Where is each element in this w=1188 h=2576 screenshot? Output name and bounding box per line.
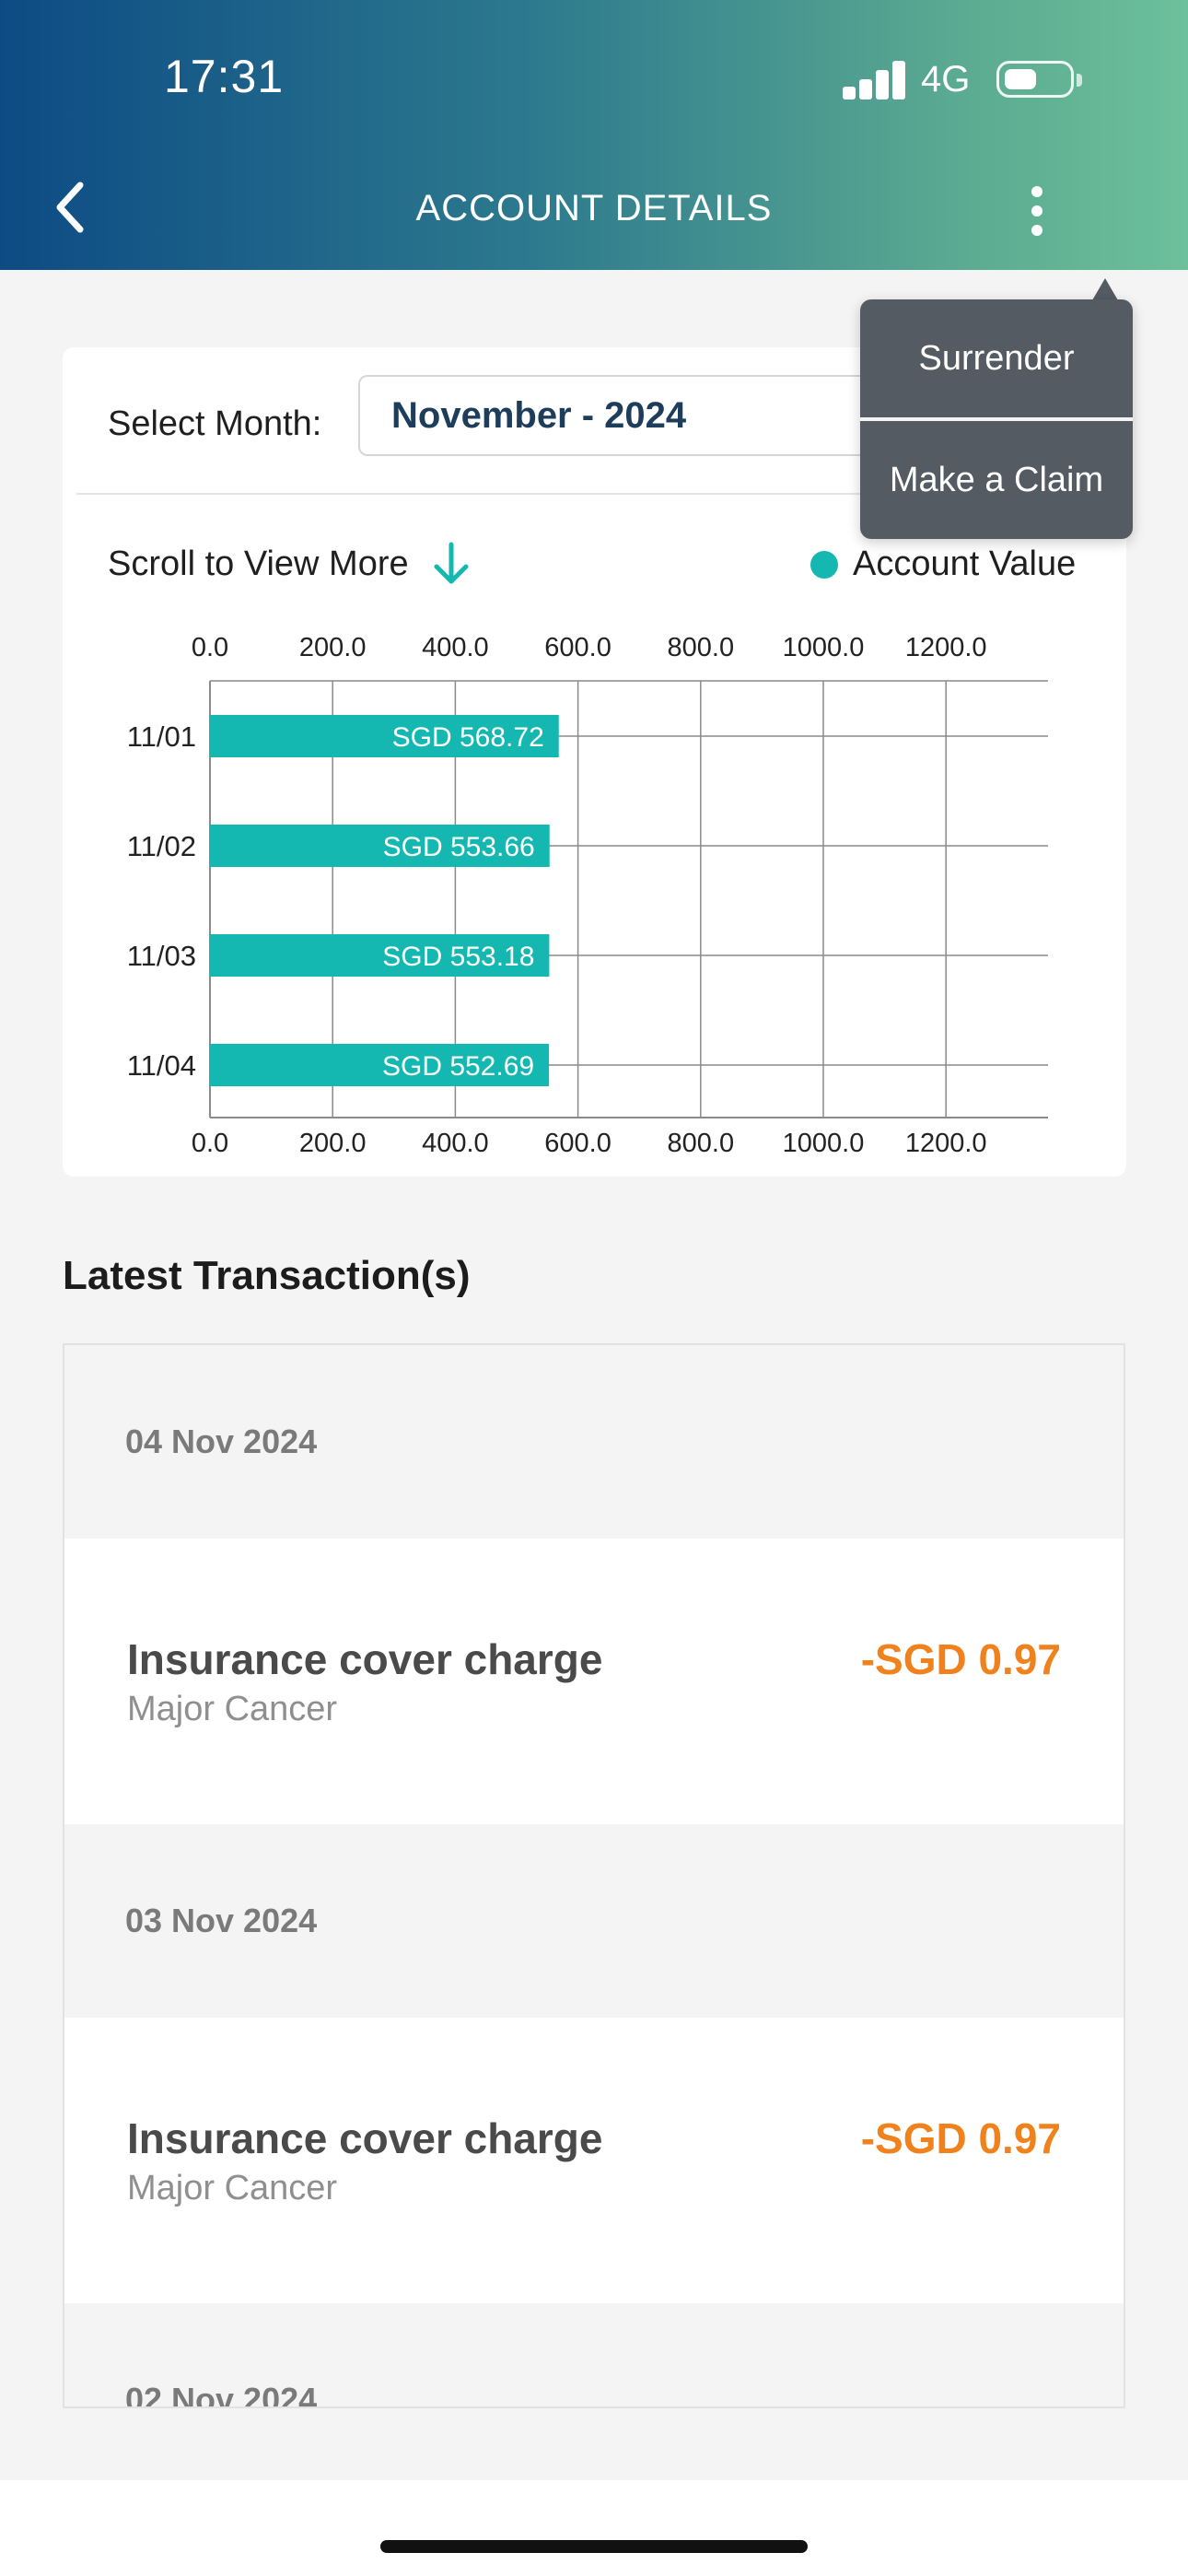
bar-data-label: SGD 552.69 bbox=[382, 1051, 534, 1082]
x-tick-label-top: 0.0 bbox=[192, 633, 228, 662]
x-tick-label-bottom: 600.0 bbox=[544, 1129, 611, 1158]
x-tick-label-top: 400.0 bbox=[422, 633, 489, 662]
transaction-name: Insurance cover charge bbox=[127, 2114, 603, 2162]
x-tick-label-bottom: 200.0 bbox=[299, 1129, 367, 1158]
transaction-row[interactable]: Insurance cover charge Major Cancer -SGD… bbox=[64, 2018, 1124, 2303]
transaction-date: 04 Nov 2024 bbox=[125, 1423, 318, 1460]
home-indicator[interactable] bbox=[380, 2540, 808, 2553]
bar-data-label: SGD 553.18 bbox=[382, 942, 534, 972]
network-type: 4G bbox=[921, 59, 971, 100]
app-header: 17:31 4G ACCOUNT DETAILS bbox=[0, 0, 1188, 270]
transaction-date-header: 03 Nov 2024 bbox=[64, 1824, 1124, 2018]
y-category-label: 11/02 bbox=[127, 830, 196, 862]
x-tick-label-bottom: 0.0 bbox=[192, 1129, 228, 1158]
transaction-name: Insurance cover charge bbox=[127, 1635, 603, 1683]
x-tick-label-top: 1000.0 bbox=[783, 633, 865, 662]
menu-item-surrender[interactable]: Surrender bbox=[860, 299, 1133, 417]
x-tick-label-top: 1200.0 bbox=[905, 633, 987, 662]
y-category-label: 11/01 bbox=[127, 720, 196, 753]
transaction-list[interactable]: 04 Nov 2024 Insurance cover charge Major… bbox=[63, 1343, 1125, 2408]
transactions-title: Latest Transaction(s) bbox=[63, 1253, 471, 1298]
battery-icon bbox=[996, 61, 1082, 98]
transaction-subtitle: Major Cancer bbox=[127, 2169, 338, 2207]
transaction-date-header: 04 Nov 2024 bbox=[64, 1345, 1124, 1539]
bar-data-label: SGD 553.66 bbox=[383, 832, 535, 862]
transaction-date-header: 02 Nov 2024 bbox=[64, 2303, 1124, 2408]
transaction-amount: -SGD 0.97 bbox=[860, 1635, 1061, 1683]
menu-item-make-a-claim[interactable]: Make a Claim bbox=[860, 421, 1133, 539]
transaction-subtitle: Major Cancer bbox=[127, 1690, 338, 1728]
x-tick-label-bottom: 1200.0 bbox=[905, 1129, 987, 1158]
x-tick-label-bottom: 1000.0 bbox=[783, 1129, 865, 1158]
x-tick-label-top: 600.0 bbox=[544, 633, 611, 662]
status-time: 17:31 bbox=[164, 51, 285, 102]
bar-data-label: SGD 568.72 bbox=[392, 722, 544, 753]
x-tick-label-bottom: 400.0 bbox=[422, 1129, 489, 1158]
x-tick-label-bottom: 800.0 bbox=[668, 1129, 735, 1158]
transaction-date: 03 Nov 2024 bbox=[125, 1902, 318, 1939]
more-options-icon[interactable] bbox=[1009, 181, 1065, 241]
menu-pointer bbox=[1092, 278, 1118, 300]
x-tick-label-top: 800.0 bbox=[668, 633, 735, 662]
x-tick-label-top: 200.0 bbox=[299, 633, 367, 662]
y-category-label: 11/03 bbox=[127, 940, 196, 972]
transaction-date: 02 Nov 2024 bbox=[125, 2381, 318, 2408]
transaction-row[interactable]: Insurance cover charge Major Cancer -SGD… bbox=[64, 1539, 1124, 1824]
y-category-label: 11/04 bbox=[127, 1049, 196, 1082]
transaction-amount: -SGD 0.97 bbox=[860, 2114, 1061, 2162]
signal-icon bbox=[843, 59, 907, 100]
options-menu: Surrender Make a Claim bbox=[860, 299, 1133, 539]
bottom-safe-area bbox=[0, 2480, 1188, 2576]
